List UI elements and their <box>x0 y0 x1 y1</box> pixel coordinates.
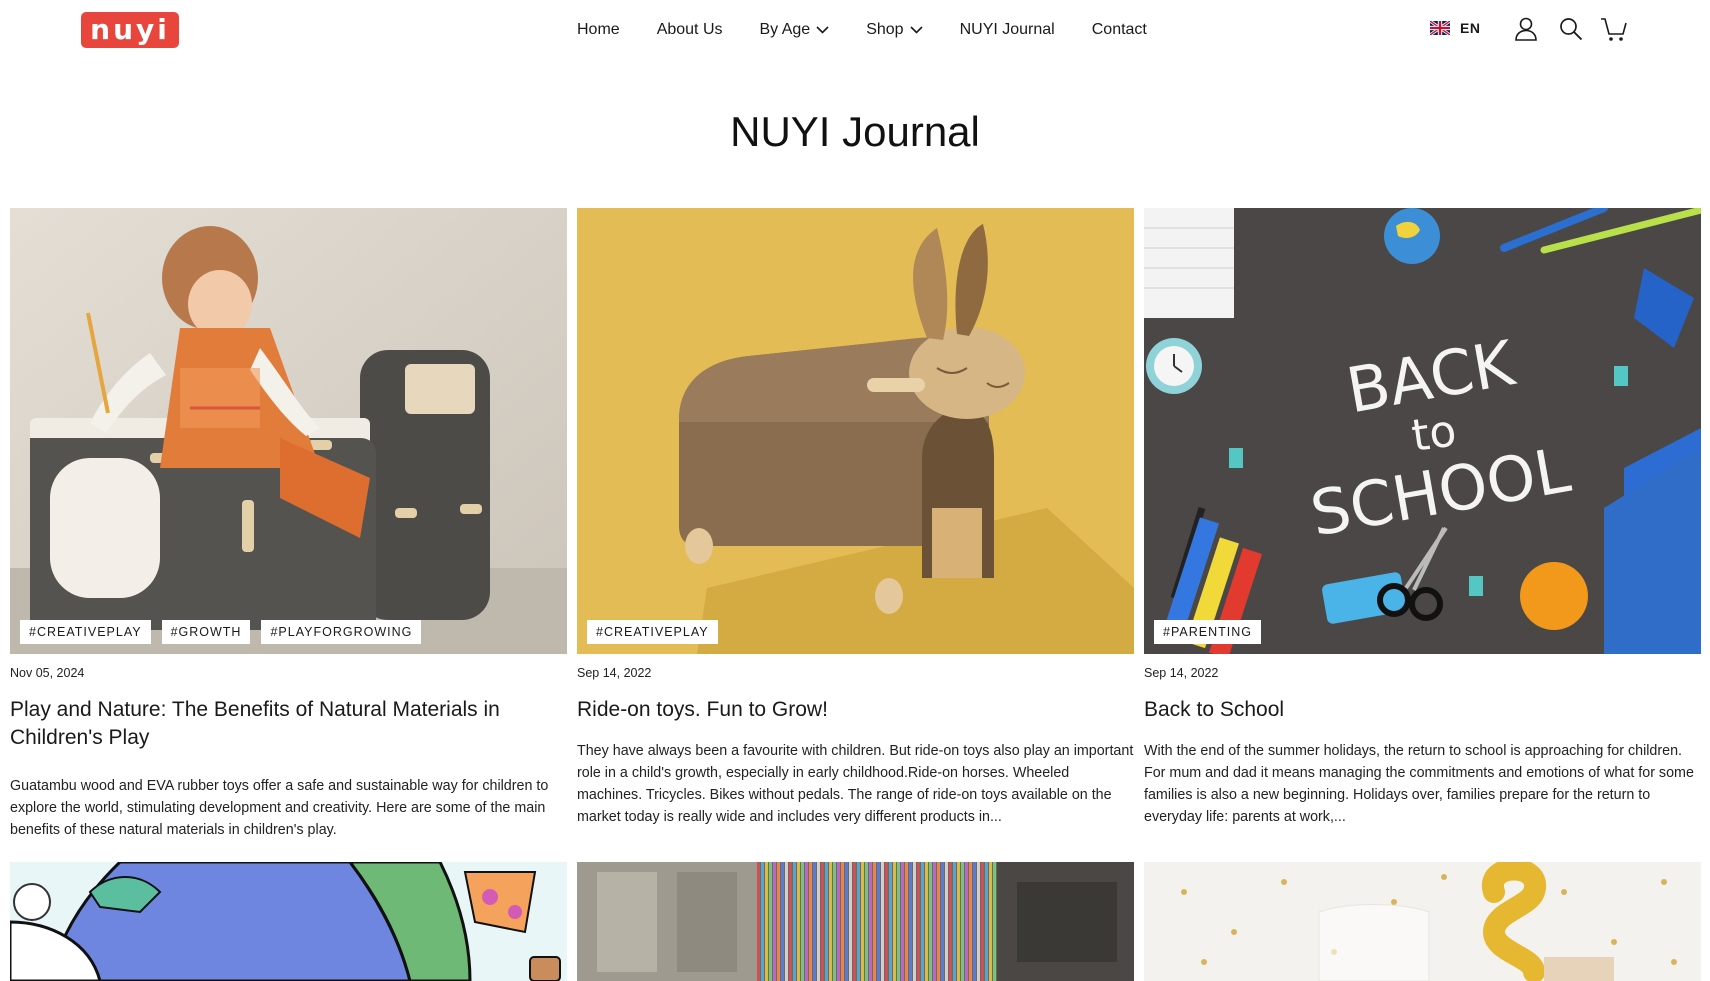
nav-by-age[interactable]: By Age <box>760 20 830 40</box>
article-image[interactable] <box>577 862 1134 981</box>
language-code: EN <box>1460 20 1481 36</box>
page-title: NUYI Journal <box>730 108 980 155</box>
tag-link[interactable]: #PLAYFORGROWING <box>261 620 422 644</box>
uk-flag-icon <box>1430 21 1450 35</box>
cart-icon[interactable] <box>1600 16 1628 42</box>
account-icon[interactable] <box>1513 16 1539 42</box>
article-tags: #CREATIVEPLAY #GROWTH #PLAYFORGROWING <box>20 620 422 644</box>
article-card: #CREATIVEPLAY #GROWTH #PLAYFORGROWING No… <box>10 208 567 838</box>
article-image[interactable]: #CREATIVEPLAY #GROWTH #PLAYFORGROWING <box>10 208 567 654</box>
nav-journal-label: NUYI Journal <box>959 21 1055 38</box>
nav-about-us-label: About Us <box>656 21 723 38</box>
article-date: Sep 14, 2022 <box>1144 666 1219 680</box>
tag-link[interactable]: #CREATIVEPLAY <box>587 620 718 644</box>
article-title[interactable]: Play and Nature: The Benefits of Natural… <box>10 696 567 752</box>
nav-journal[interactable]: NUYI Journal <box>960 20 1055 40</box>
language-selector[interactable]: EN <box>1430 20 1480 36</box>
main-nav: Home About Us By Age Shop NUYI Journal C… <box>577 20 1147 40</box>
child-at-desk-image <box>10 208 567 654</box>
article-title[interactable]: Ride-on toys. Fun to Grow! <box>577 696 1134 724</box>
nav-by-age-label: By Age <box>759 21 811 38</box>
article-card: #CREATIVEPLAY Sep 14, 2022 Ride-on toys.… <box>577 208 1134 825</box>
article-date: Sep 14, 2022 <box>577 666 652 680</box>
article-image[interactable] <box>10 862 567 981</box>
article-tags: #PARENTING <box>1154 620 1261 644</box>
tag-link[interactable]: #PARENTING <box>1154 620 1261 644</box>
nav-home[interactable]: Home <box>577 20 620 40</box>
article-date: Nov 05, 2024 <box>10 666 85 680</box>
logo-text: nuyi <box>90 13 170 46</box>
nav-contact[interactable]: Contact <box>1092 20 1147 40</box>
search-icon[interactable] <box>1558 16 1584 42</box>
chevron-down-icon <box>910 26 923 34</box>
site-header: nuyi Home About Us By Age Shop NUYI Jour… <box>0 0 1710 62</box>
nav-about-us[interactable]: About Us <box>657 20 723 40</box>
bunny-ride-on-toy-image <box>577 208 1134 654</box>
article-excerpt: Guatambu wood and EVA rubber toys offer … <box>10 778 549 838</box>
nav-contact-label: Contact <box>1091 21 1147 38</box>
article-tags: #CREATIVEPLAY <box>587 620 718 644</box>
article-excerpt: With the end of the summer holidays, the… <box>1144 743 1694 825</box>
article-title[interactable]: Back to School <box>1144 696 1701 724</box>
article-image[interactable]: BACK to SCHOOL #PARENTING <box>1144 208 1701 654</box>
chevron-down-icon <box>816 26 829 34</box>
nuyi-logo[interactable]: nuyi <box>81 12 179 48</box>
back-to-school-image: BACK to SCHOOL <box>1144 208 1701 654</box>
article-image[interactable] <box>1144 862 1701 981</box>
article-image[interactable]: #CREATIVEPLAY <box>577 208 1134 654</box>
nav-shop[interactable]: Shop <box>866 20 923 40</box>
article-card: BACK to SCHOOL #PARENTING Sep 14, 2022 B… <box>1144 208 1701 825</box>
tag-link[interactable]: #GROWTH <box>161 620 251 644</box>
nav-home-label: Home <box>577 21 620 38</box>
tag-link[interactable]: #CREATIVEPLAY <box>20 620 151 644</box>
cartoon-illustration-image <box>10 862 567 981</box>
nav-shop-label: Shop <box>866 21 904 38</box>
article-excerpt: They have always been a favourite with c… <box>577 743 1134 825</box>
colorful-streamers-image <box>577 862 1134 981</box>
gold-letter-balloon-image <box>1144 862 1701 981</box>
